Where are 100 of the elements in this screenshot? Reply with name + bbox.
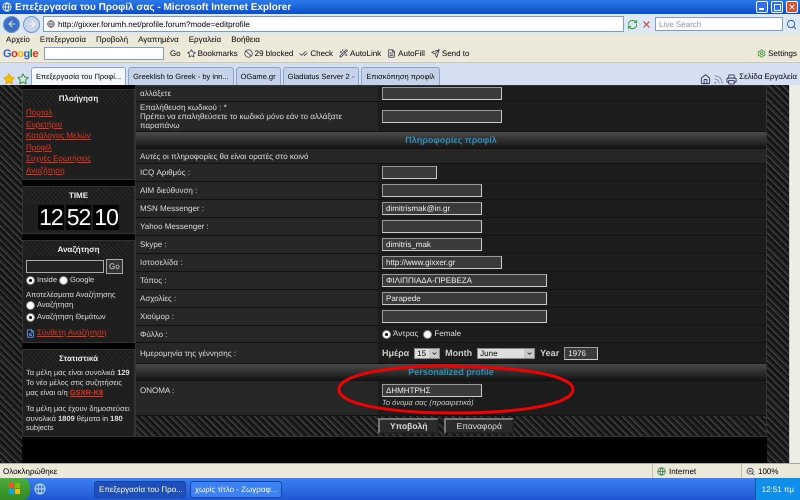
toolbar-button[interactable]: Bookmarks — [186, 49, 238, 58]
input-field[interactable]: dimitrismak@in.gr — [382, 202, 482, 215]
nav-link[interactable]: Κατάλογος Μελών — [26, 131, 131, 142]
search-field[interactable] — [26, 260, 104, 273]
settings-button[interactable]: Settings — [757, 49, 797, 58]
close-button[interactable] — [786, 1, 798, 13]
input-field[interactable] — [382, 310, 547, 323]
start-button[interactable] — [0, 478, 30, 500]
nav-link[interactable]: Συχνές Ερωτήσεις — [26, 154, 131, 164]
field-label: Skype : — [140, 240, 168, 249]
year-field[interactable]: 1976 — [564, 346, 598, 360]
field-label: αλλάξετε — [140, 89, 172, 98]
nav-link[interactable]: Αναζήτηση — [26, 166, 131, 176]
radio-button[interactable] — [26, 300, 35, 310]
radio-button[interactable] — [26, 312, 35, 322]
go-button[interactable]: Go — [170, 49, 181, 58]
radio-button[interactable] — [59, 276, 68, 284]
day-label: Ημέρα — [382, 348, 410, 358]
menu-item[interactable]: Προβολή — [96, 35, 128, 44]
field-label: Επαλήθευση κωδικού : * — [140, 103, 228, 112]
nav-link[interactable]: Πόρταλ — [26, 108, 131, 118]
year-label: Year — [540, 348, 560, 358]
search-doc-icon — [26, 328, 35, 338]
nav-link[interactable]: Προφίλ — [26, 142, 131, 153]
back-button[interactable] — [3, 16, 20, 32]
radio-button[interactable] — [26, 276, 35, 284]
search-field[interactable]: Live Search — [655, 17, 783, 31]
panel-title: Αναζήτηση — [26, 243, 131, 256]
menu-item[interactable]: Επεξεργασία — [40, 35, 86, 44]
panel-title: Πλοήγηση — [26, 92, 131, 105]
block-icon — [244, 49, 253, 58]
panel-title: Στατιστικά — [26, 352, 131, 364]
input-field[interactable] — [382, 220, 482, 233]
stop-icon[interactable] — [641, 18, 652, 30]
toolbar-button[interactable]: AutoLink — [339, 49, 382, 58]
window-title: Επεξεργασία του Προφίλ σας - Microsoft Internet Explorer — [15, 2, 292, 12]
go-button[interactable]: Go — [106, 259, 123, 274]
toolbar-button[interactable]: AutoFill — [387, 49, 425, 58]
toolbar-button[interactable]: Send to — [430, 49, 470, 58]
add-favorite-icon[interactable] — [17, 73, 29, 85]
field-label: Φύλλο : — [140, 330, 169, 338]
field-note: Πρέπει να επαληθεύσετε το κωδικό μόνο εάν το αλλάξατε παραπάνω — [140, 112, 344, 130]
command-button[interactable]: Εργαλεία — [764, 67, 797, 85]
toolbar-button[interactable]: 29 blocked — [244, 49, 294, 58]
input-field[interactable] — [382, 166, 437, 179]
radio-button[interactable] — [382, 330, 391, 338]
submit-button[interactable]: Υποβολή — [378, 418, 440, 434]
zoom-icon — [746, 466, 755, 476]
forward-button[interactable] — [23, 16, 40, 32]
star-icon — [186, 49, 196, 58]
favorites-star-icon[interactable] — [3, 73, 15, 85]
address-field[interactable]: http://gixxer.forumh.net/profile.forum?mode=editprofile — [43, 16, 624, 32]
reset-button[interactable]: Επαναφορά — [444, 418, 514, 434]
menu-item[interactable]: Αρχείο — [6, 35, 30, 44]
wand-icon — [339, 49, 348, 58]
zoom-level[interactable]: 100% — [758, 466, 778, 476]
radio-button[interactable] — [423, 330, 432, 338]
close-icon — [788, 3, 796, 11]
field-label: MSN Messenger : — [140, 204, 206, 213]
advanced-search-link[interactable]: Σύνθετη Αναζήτηση — [37, 328, 106, 338]
input-field[interactable]: Parapede — [382, 292, 547, 305]
caret-icon — [430, 350, 438, 356]
input-field[interactable]: ΔΗΜΗΤΡΗΣ — [382, 384, 482, 397]
toolbar-button[interactable]: Check — [299, 49, 334, 58]
print-icon[interactable] — [726, 74, 738, 85]
field-label: Ιστοσελίδα : — [140, 258, 184, 267]
input-field[interactable] — [382, 110, 502, 123]
input-field[interactable]: dimitris_mak — [382, 238, 482, 251]
document-icon — [387, 49, 396, 58]
menu-item[interactable]: Βοήθεια — [231, 35, 260, 44]
field-label: Yahoo Messenger : — [140, 222, 210, 231]
search-icon[interactable] — [786, 18, 797, 30]
command-button[interactable]: Σελίδα — [739, 67, 763, 85]
field-label: Ημερομηνία της γέννησης : — [140, 348, 238, 358]
quick-launch-icon[interactable] — [34, 483, 46, 495]
input-field[interactable]: http://www.gixxer.gr — [382, 256, 502, 269]
input-field[interactable] — [382, 87, 502, 100]
zone-text: Internet — [669, 466, 696, 476]
radio-label: Female — [434, 329, 462, 339]
google-search-field[interactable] — [44, 47, 164, 60]
taskbar-button[interactable]: χωρίς τίτλο - Ζωγραφ... — [190, 480, 282, 498]
menu-item[interactable]: Αγαπημένα — [138, 35, 179, 44]
nav-link[interactable]: Ευρετήριο — [26, 120, 131, 130]
maximize-button[interactable] — [771, 1, 783, 13]
clock-digits: 52 — [66, 205, 92, 230]
browser-icon — [2, 2, 12, 12]
refresh-icon[interactable] — [627, 18, 638, 30]
month-label: Month — [445, 348, 472, 358]
day-select[interactable]: 15 — [414, 348, 440, 358]
field-label: Τόπος : — [140, 276, 168, 285]
globe-icon — [657, 466, 666, 476]
windows-logo-icon — [9, 483, 21, 495]
taskbar-button[interactable]: Επεξεργασία του Προ... — [94, 480, 186, 498]
input-field[interactable]: ΦΙΛΙΠΠΙΑΔΑ-ΠΡΕΒΕΖΑ — [382, 274, 547, 287]
settings-icon — [757, 49, 766, 58]
input-field[interactable] — [382, 184, 482, 197]
menu-item[interactable]: Εργαλεία — [188, 35, 222, 44]
minimize-button[interactable] — [756, 1, 768, 13]
month-select[interactable]: June — [477, 348, 536, 358]
home-icon[interactable] — [700, 74, 712, 85]
